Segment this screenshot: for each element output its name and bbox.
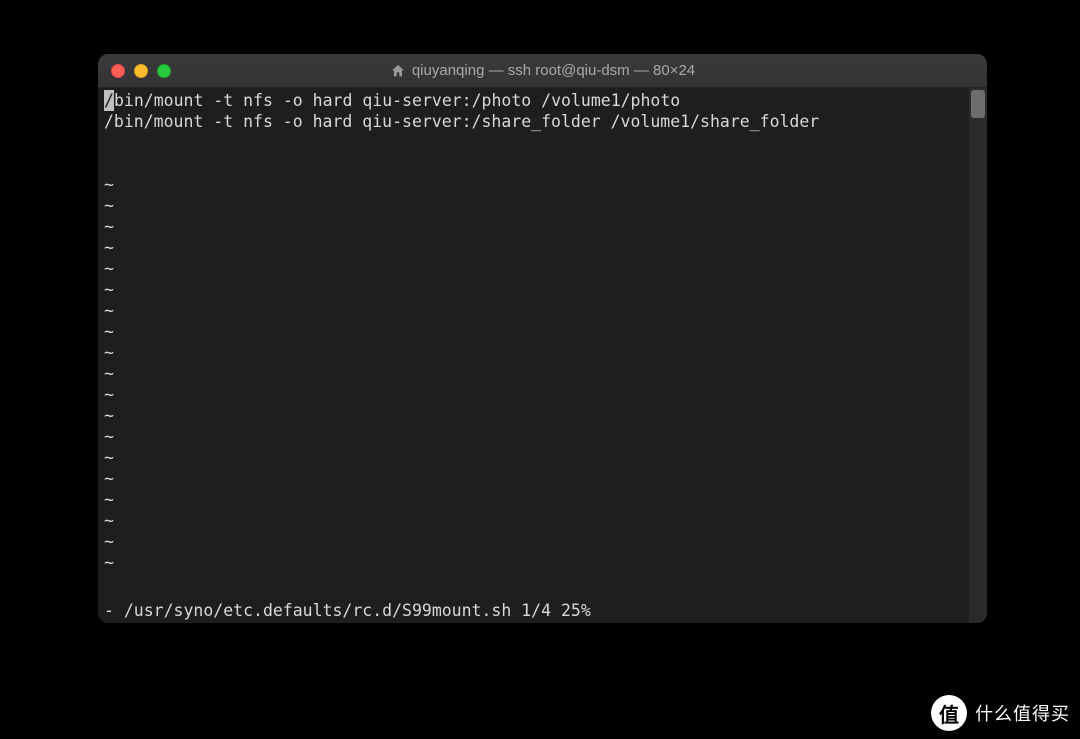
empty-line-marker: ~ — [104, 195, 963, 216]
empty-line-marker: ~ — [104, 321, 963, 342]
window-title: qiuyanqing — ssh root@qiu-dsm — 80×24 — [98, 62, 987, 79]
window-title-text: qiuyanqing — ssh root@qiu-dsm — 80×24 — [412, 62, 695, 79]
empty-line-marker: ~ — [104, 384, 963, 405]
titlebar[interactable]: qiuyanqing — ssh root@qiu-dsm — 80×24 — [98, 54, 987, 88]
empty-line-marker: ~ — [104, 258, 963, 279]
empty-line-marker: ~ — [104, 552, 963, 573]
cursor: / — [104, 90, 114, 111]
empty-line-marker: ~ — [104, 489, 963, 510]
home-icon — [390, 63, 406, 79]
empty-line-marker: ~ — [104, 342, 963, 363]
empty-line-marker: ~ — [104, 279, 963, 300]
empty-line-marker: ~ — [104, 531, 963, 552]
scrollbar[interactable] — [969, 88, 987, 623]
minimize-button[interactable] — [134, 64, 148, 78]
blank-line — [104, 132, 963, 153]
empty-line-marker: ~ — [104, 216, 963, 237]
empty-line-marker: ~ — [104, 363, 963, 384]
empty-line-marker: ~ — [104, 426, 963, 447]
empty-line-marker: ~ — [104, 447, 963, 468]
line-text: /bin/mount -t nfs -o hard qiu-server:/sh… — [104, 112, 819, 131]
empty-line-marker: ~ — [104, 300, 963, 321]
terminal-content[interactable]: /bin/mount -t nfs -o hard qiu-server:/ph… — [98, 88, 969, 623]
line-text: bin/mount -t nfs -o hard qiu-server:/pho… — [114, 91, 680, 110]
maximize-button[interactable] — [157, 64, 171, 78]
empty-line-marker: ~ — [104, 468, 963, 489]
terminal-body: /bin/mount -t nfs -o hard qiu-server:/ph… — [98, 88, 987, 623]
empty-line-marker: ~ — [104, 174, 963, 195]
status-line: - /usr/syno/etc.defaults/rc.d/S99mount.s… — [104, 600, 963, 621]
empty-line-marker: ~ — [104, 510, 963, 531]
scrollbar-thumb[interactable] — [971, 90, 985, 118]
watermark: 值 什么值得买 — [931, 695, 1070, 731]
blank-line — [104, 153, 963, 174]
watermark-text: 什么值得买 — [975, 700, 1070, 726]
text-line: /bin/mount -t nfs -o hard qiu-server:/sh… — [104, 111, 963, 132]
text-line: /bin/mount -t nfs -o hard qiu-server:/ph… — [104, 90, 963, 111]
empty-line-marker: ~ — [104, 405, 963, 426]
close-button[interactable] — [111, 64, 125, 78]
terminal-window: qiuyanqing — ssh root@qiu-dsm — 80×24 /b… — [98, 54, 987, 623]
watermark-badge: 值 — [931, 695, 967, 731]
empty-line-marker: ~ — [104, 237, 963, 258]
traffic-lights — [111, 64, 171, 78]
